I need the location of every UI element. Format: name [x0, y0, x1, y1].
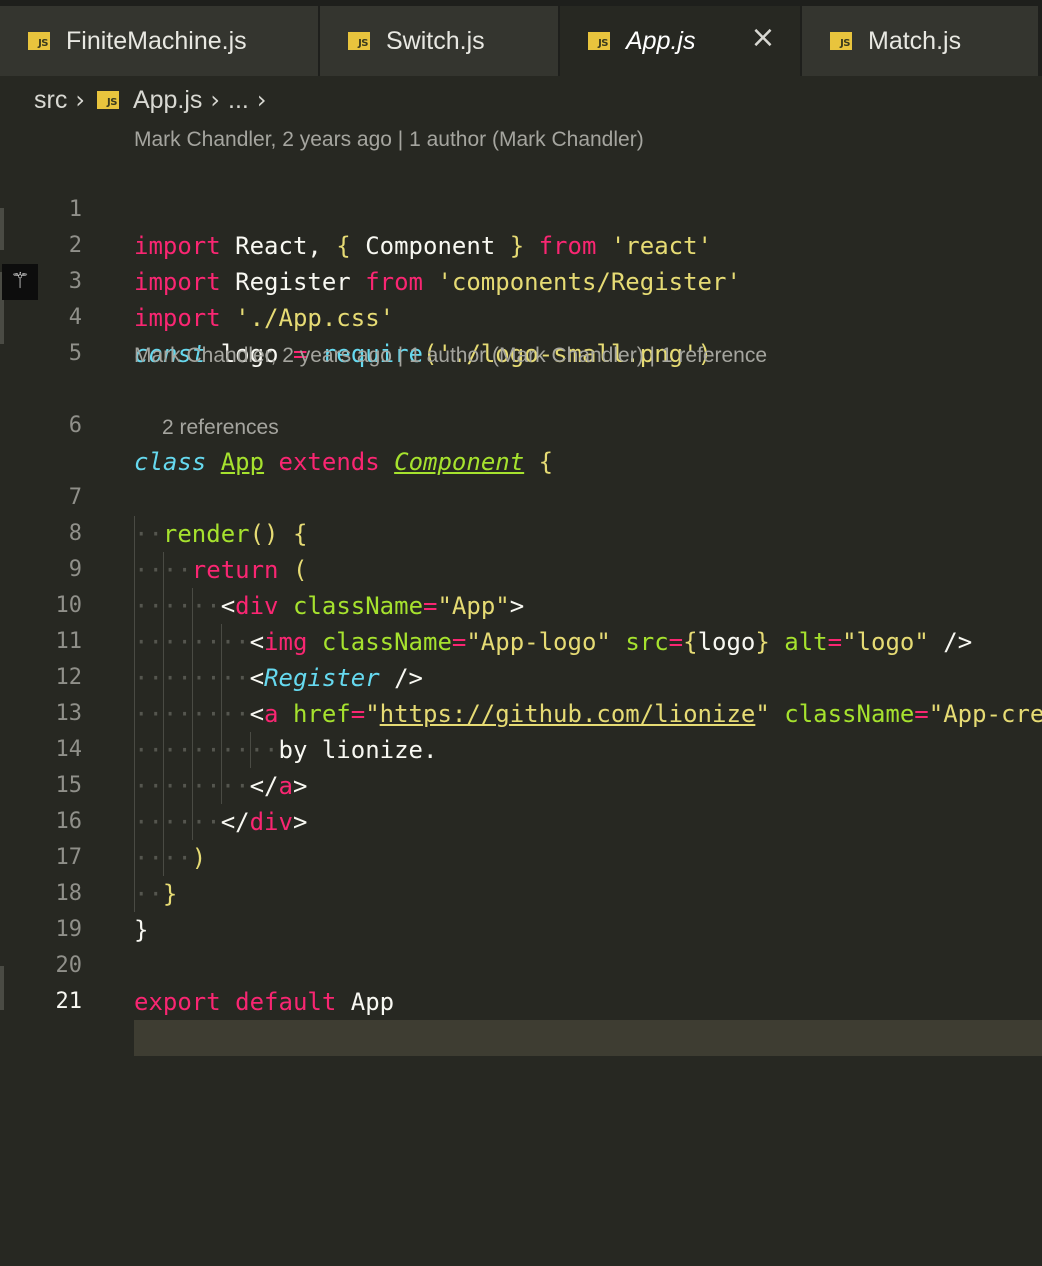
- js-file-icon: JS: [830, 32, 852, 50]
- code-line-19: 19: [0, 876, 1042, 942]
- codelens-references[interactable]: 2 references: [162, 410, 279, 446]
- code-line-12: 12 ········<a href="https://github.com/l…: [0, 624, 1042, 732]
- code-editor[interactable]: ⚚ Mark Chandler, 2 years ago | 1 author …: [0, 120, 1042, 1266]
- codelens-blame[interactable]: Mark Chandler, 2 years ago | 1 author (M…: [134, 338, 767, 374]
- chevron-right-icon: ›: [256, 86, 267, 114]
- js-file-icon: JS: [348, 32, 370, 50]
- code-line-8: 8 ····return (: [0, 480, 1042, 588]
- line-content[interactable]: export default App: [134, 984, 1042, 1020]
- tab-label: App.js: [626, 26, 696, 55]
- code-line-21-current: 21: [0, 948, 1042, 1056]
- code-line-20: 20 export default App: [0, 912, 1042, 1016]
- code-line-4: 4 const logo = require('./logo-small.png…: [0, 264, 1042, 368]
- code-line-9: 9 ······<div className="App">: [0, 516, 1042, 624]
- current-line-highlight[interactable]: [134, 1020, 1042, 1056]
- close-icon[interactable]: ×: [750, 23, 776, 53]
- breadcrumb: src › JS App.js › ... ›: [34, 82, 274, 118]
- codelens-blame[interactable]: Mark Chandler, 2 years ago | 1 author (M…: [134, 122, 644, 158]
- breadcrumb-folder[interactable]: src: [34, 86, 67, 115]
- code-line-3: 3 import './App.css': [0, 228, 1042, 332]
- code-line-15: 15 ······</div>: [0, 732, 1042, 840]
- line-number: 5: [68, 341, 82, 366]
- tab-finitemachine[interactable]: JS FiniteMachine.js: [0, 6, 318, 76]
- js-file-icon: JS: [28, 32, 50, 50]
- code-line-11: 11 ········<Register />: [0, 588, 1042, 696]
- code-line-16: 16 ····): [0, 768, 1042, 876]
- code-line-7: 7 ··render() {: [0, 444, 1042, 552]
- chevron-right-icon: ›: [75, 86, 85, 114]
- tab-switch[interactable]: JS Switch.js: [318, 6, 558, 76]
- code-line-6: 6 class App extends Component {: [0, 372, 1042, 476]
- tab-match[interactable]: JS Match.js: [800, 6, 1038, 76]
- code-line-13: 13 ··········by lionize.: [0, 660, 1042, 768]
- code-line-14: 14 ········</a>: [0, 696, 1042, 804]
- line-number: 6: [68, 413, 82, 438]
- breadcrumb-more[interactable]: ...: [228, 86, 249, 115]
- line-number: 21: [55, 989, 83, 1014]
- js-file-icon: JS: [96, 91, 119, 109]
- breadcrumb-file[interactable]: App.js: [133, 86, 202, 115]
- chevron-right-icon: ›: [210, 86, 221, 114]
- tab-label: FiniteMachine.js: [66, 26, 247, 55]
- code-line-2: 2 import Register from 'components/Regis…: [0, 192, 1042, 296]
- tab-app[interactable]: JS App.js ×: [558, 6, 800, 76]
- code-line-5: 5: [0, 300, 1042, 366]
- tab-label: Switch.js: [386, 26, 485, 55]
- tab-bar: JS FiniteMachine.js JS Switch.js JS App.…: [0, 0, 1042, 76]
- code-line-1: 1 import React, { Component } from 'reac…: [0, 156, 1042, 260]
- code-line-18: 18 }: [0, 840, 1042, 944]
- js-file-icon: JS: [588, 32, 610, 50]
- code-line-10: 10 ········<img className="App-logo" src…: [0, 552, 1042, 660]
- tab-label: Match.js: [868, 26, 962, 55]
- code-line-17: 17 ··}: [0, 804, 1042, 912]
